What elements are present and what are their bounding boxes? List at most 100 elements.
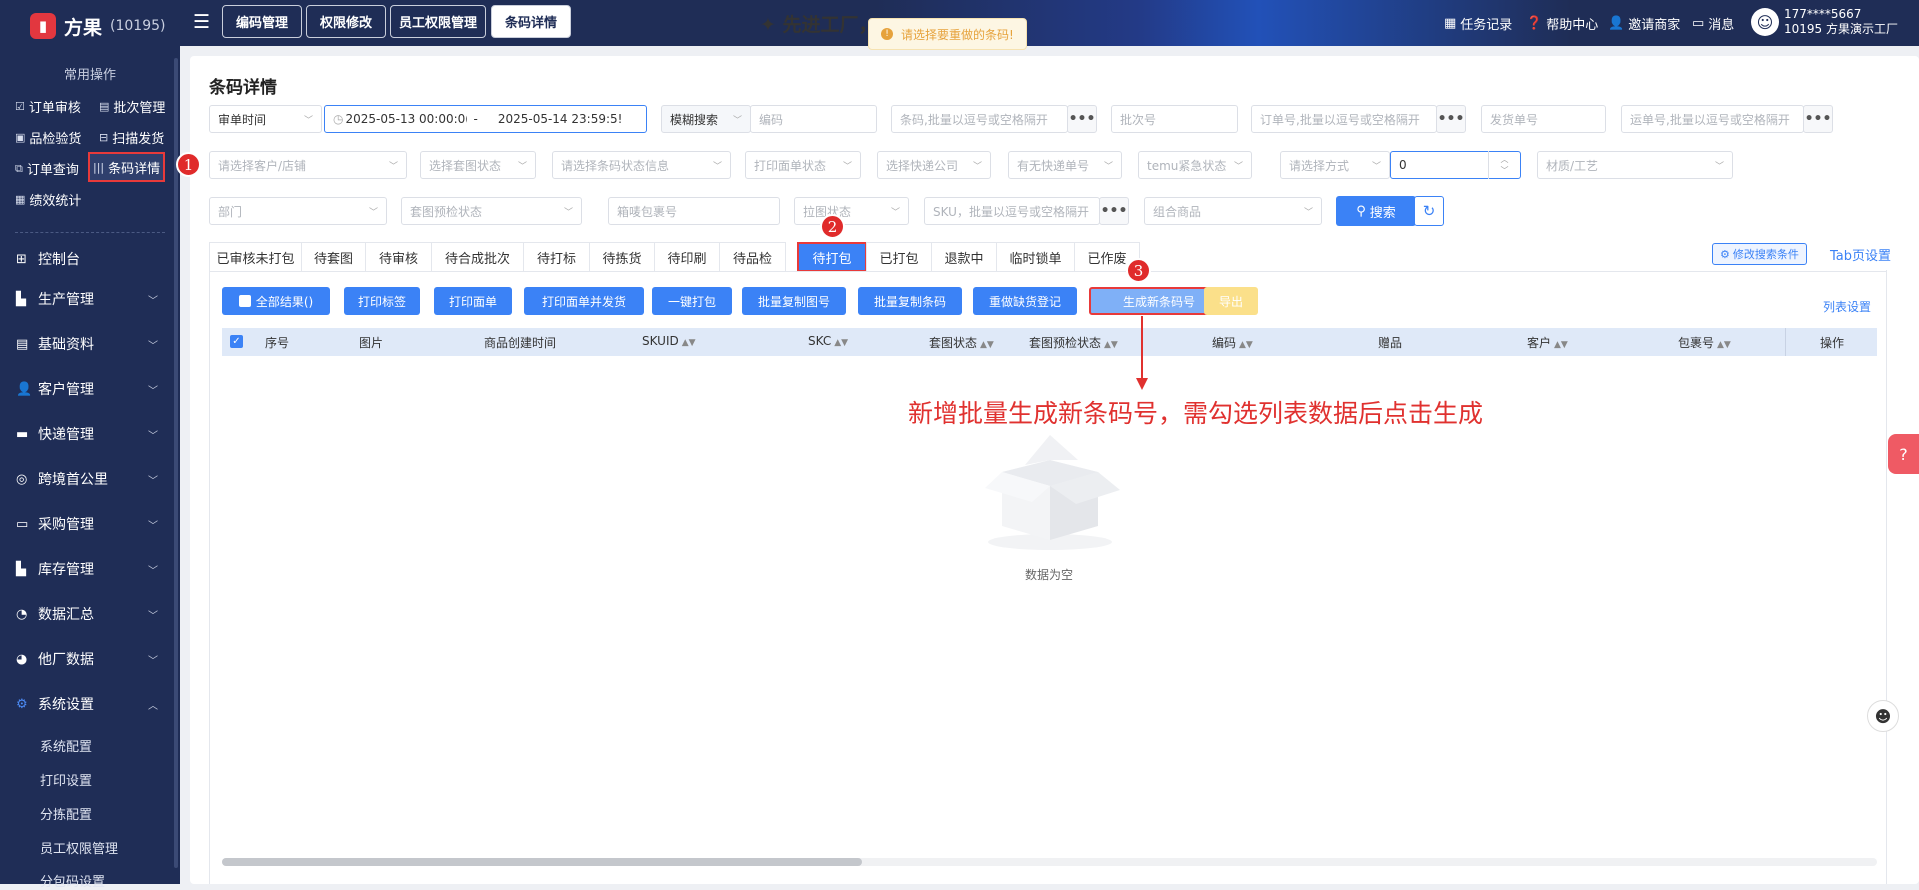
tab-permission-edit[interactable]: 权限修改 bbox=[306, 5, 386, 38]
code-input[interactable]: 编码 bbox=[750, 105, 877, 133]
customer-select[interactable]: 请选择客户/店铺 ﹀ bbox=[209, 151, 407, 179]
sub-print-settings[interactable]: 打印设置 bbox=[40, 770, 92, 789]
tab-refunding[interactable]: 退款中 bbox=[931, 242, 997, 272]
method-select[interactable]: 请选择方式 ﹀ bbox=[1280, 151, 1390, 179]
tab-staff-permission[interactable]: 员工权限管理 bbox=[390, 5, 486, 38]
redo-shortage-button[interactable]: 重做缺货登记 bbox=[973, 287, 1077, 315]
avatar[interactable]: ☺ bbox=[1751, 8, 1779, 36]
department-select[interactable]: 部门 ﹀ bbox=[209, 197, 387, 225]
print-waybill-button[interactable]: 打印面单 bbox=[434, 287, 512, 315]
link-invite[interactable]: 👤 邀请商家 bbox=[1608, 14, 1680, 33]
tab-reviewed-unpacked[interactable]: 已审核未打包 bbox=[209, 242, 302, 272]
nav-production[interactable]: ▙ 生产管理 ﹀ bbox=[0, 279, 180, 319]
temu-status-select[interactable]: temu紧急状态 ﹀ bbox=[1138, 151, 1252, 179]
search-button[interactable]: ⚲ 搜索 bbox=[1336, 196, 1416, 226]
link-messages[interactable]: ▭ 消息 bbox=[1692, 14, 1734, 33]
col-code[interactable]: 编码 ▲▼ bbox=[1212, 334, 1253, 351]
sku-more-button[interactable]: ••• bbox=[1099, 197, 1129, 225]
horizontal-scrollbar[interactable] bbox=[222, 858, 1877, 866]
tab-code-manage[interactable]: 编码管理 bbox=[222, 5, 302, 38]
feedback-float-button[interactable]: ? bbox=[1888, 434, 1919, 474]
tao-status-select[interactable]: 选择套图状态 ﹀ bbox=[420, 151, 536, 179]
copy-image-numbers-button[interactable]: 批量复制图号 bbox=[742, 287, 846, 315]
tab-pending-batch[interactable]: 待合成批次 bbox=[431, 242, 524, 272]
col-tao-check[interactable]: 套图预检状态 ▲▼ bbox=[1029, 334, 1118, 351]
barcode-input[interactable]: 条码,批量以逗号或空格隔开 bbox=[891, 105, 1068, 133]
modify-search-button[interactable]: ⚙ 修改搜索条件 bbox=[1712, 243, 1807, 265]
assistant-avatar[interactable]: ☻ bbox=[1867, 700, 1899, 732]
material-select[interactable]: 材质/工艺 ﹀ bbox=[1537, 151, 1733, 179]
nav-express[interactable]: ▬ 快递管理 ﹀ bbox=[0, 414, 180, 454]
quick-scan-ship[interactable]: ⊟ 扫描发货 bbox=[99, 128, 164, 147]
copy-barcodes-button[interactable]: 批量复制条码 bbox=[858, 287, 962, 315]
nav-system-settings[interactable]: ⚙ 系统设置 ︿ bbox=[0, 684, 180, 724]
tab-pending-tao[interactable]: 待套图 bbox=[301, 242, 366, 272]
combo-select[interactable]: 组合商品 ﹀ bbox=[1144, 197, 1322, 225]
tab-pending-pick[interactable]: 待拣货 bbox=[589, 242, 655, 272]
link-help[interactable]: ❓ 帮助中心 bbox=[1526, 14, 1598, 33]
time-type-select[interactable]: 审单时间 ﹀ bbox=[209, 105, 322, 133]
tab-pending-review[interactable]: 待审核 bbox=[365, 242, 432, 272]
quick-batch-manage[interactable]: ▤ 批次管理 bbox=[99, 97, 165, 116]
tab-pending-mark[interactable]: 待打标 bbox=[523, 242, 590, 272]
col-tao-status[interactable]: 套图状态 ▲▼ bbox=[929, 334, 994, 351]
quick-quality-check[interactable]: ▣ 品检验货 bbox=[15, 128, 81, 147]
quick-performance[interactable]: ▦ 绩效统计 bbox=[15, 190, 81, 209]
print-status-select[interactable]: 打印面单状态 ﹀ bbox=[745, 151, 861, 179]
tao-check-select[interactable]: 套图预检状态 ﹀ bbox=[401, 197, 582, 225]
user-info[interactable]: 177****5667 10195 方果演示工厂 bbox=[1784, 7, 1898, 37]
quick-order-query[interactable]: ⧉ 订单查询 bbox=[15, 159, 79, 179]
link-task-log[interactable]: ▦ 任务记录 bbox=[1444, 14, 1512, 33]
print-and-ship-button[interactable]: 打印面单并发货 bbox=[524, 287, 644, 315]
search-mode-select[interactable]: 模糊搜索 ﹀ bbox=[661, 105, 751, 133]
print-label-button[interactable]: 打印标签 bbox=[344, 287, 420, 315]
tab-settings-link[interactable]: Tab页设置 bbox=[1830, 245, 1891, 264]
nav-inventory[interactable]: ▙ 库存管理 ﹀ bbox=[0, 549, 180, 589]
nav-console[interactable]: ⊞ 控制台 bbox=[0, 239, 180, 279]
col-skc[interactable]: SKC ▲▼ bbox=[808, 334, 848, 348]
barcode-status-select[interactable]: 请选择条码状态信息 ﹀ bbox=[552, 151, 731, 179]
sub-system-config[interactable]: 系统配置 bbox=[40, 736, 92, 755]
quick-order-review[interactable]: ☑ 订单审核 bbox=[15, 97, 81, 116]
nav-cross-border[interactable]: ◎ 跨境首公里 ﹀ bbox=[0, 459, 180, 499]
tab-pending-pack[interactable]: 待打包 bbox=[797, 242, 867, 272]
select-all-checkbox[interactable]: ✓ bbox=[230, 335, 243, 348]
waybill-more-button[interactable]: ••• bbox=[1803, 105, 1833, 133]
sub-package-code[interactable]: 分包码设置 bbox=[40, 871, 105, 890]
checkbox[interactable] bbox=[238, 295, 251, 307]
waybill-input[interactable]: 运单号,批量以逗号或空格隔开 bbox=[1621, 105, 1804, 133]
tab-pending-qc[interactable]: 待品检 bbox=[719, 242, 786, 272]
all-results-button[interactable]: 全部结果() bbox=[222, 287, 330, 315]
nav-purchase[interactable]: ▭ 采购管理 ﹀ bbox=[0, 504, 180, 544]
order-input[interactable]: 订单号,批量以逗号或空格隔开 bbox=[1251, 105, 1437, 133]
tab-packed[interactable]: 已打包 bbox=[866, 242, 932, 272]
sub-staff-permissions[interactable]: 员工权限管理 bbox=[40, 838, 118, 857]
order-more-button[interactable]: ••• bbox=[1436, 105, 1466, 133]
refresh-button[interactable]: ↻ bbox=[1414, 196, 1444, 226]
column-settings-link[interactable]: 列表设置 bbox=[1823, 298, 1871, 315]
number-stepper[interactable]: ︿ ﹀ bbox=[1488, 151, 1520, 179]
export-button[interactable]: 导出 bbox=[1204, 287, 1258, 315]
tab-barcode-detail[interactable]: 条码详情 bbox=[491, 5, 571, 38]
batch-input[interactable]: 批次号 bbox=[1111, 105, 1238, 133]
has-tracking-select[interactable]: 有无快递单号 ﹀ bbox=[1008, 151, 1122, 179]
sub-sorting-config[interactable]: 分拣配置 bbox=[40, 804, 92, 823]
sidebar-scrollbar[interactable] bbox=[174, 58, 178, 868]
one-click-pack-button[interactable]: 一键打包 bbox=[652, 287, 732, 315]
quick-barcode-detail[interactable]: ||| 条码详情 bbox=[88, 152, 166, 182]
menu-toggle-icon[interactable]: ☰ bbox=[193, 11, 210, 33]
nav-other-factory[interactable]: ◕ 他厂数据 ﹀ bbox=[0, 639, 180, 679]
courier-select[interactable]: 选择快递公司 ﹀ bbox=[877, 151, 991, 179]
nav-basic-data[interactable]: ▤ 基础资料 ﹀ bbox=[0, 324, 180, 364]
nav-summary[interactable]: ◔ 数据汇总 ﹀ bbox=[0, 594, 180, 634]
col-skuid[interactable]: SKUID ▲▼ bbox=[642, 334, 696, 348]
col-package[interactable]: 包裹号 ▲▼ bbox=[1678, 334, 1731, 351]
tab-temp-lock[interactable]: 临时锁单 bbox=[996, 242, 1075, 272]
pull-status-select[interactable]: 拉图状态 ﹀ bbox=[794, 197, 909, 225]
tab-pending-print[interactable]: 待印刷 bbox=[654, 242, 720, 272]
box-number-input[interactable]: 箱唛包裹号 bbox=[608, 197, 780, 225]
ship-number-input[interactable]: 发货单号 bbox=[1481, 105, 1606, 133]
nav-customer[interactable]: 👤 客户管理 ﹀ bbox=[0, 369, 180, 409]
col-customer[interactable]: 客户 ▲▼ bbox=[1527, 334, 1568, 351]
sku-input[interactable]: SKU，批量以逗号或空格隔开 bbox=[924, 197, 1100, 225]
